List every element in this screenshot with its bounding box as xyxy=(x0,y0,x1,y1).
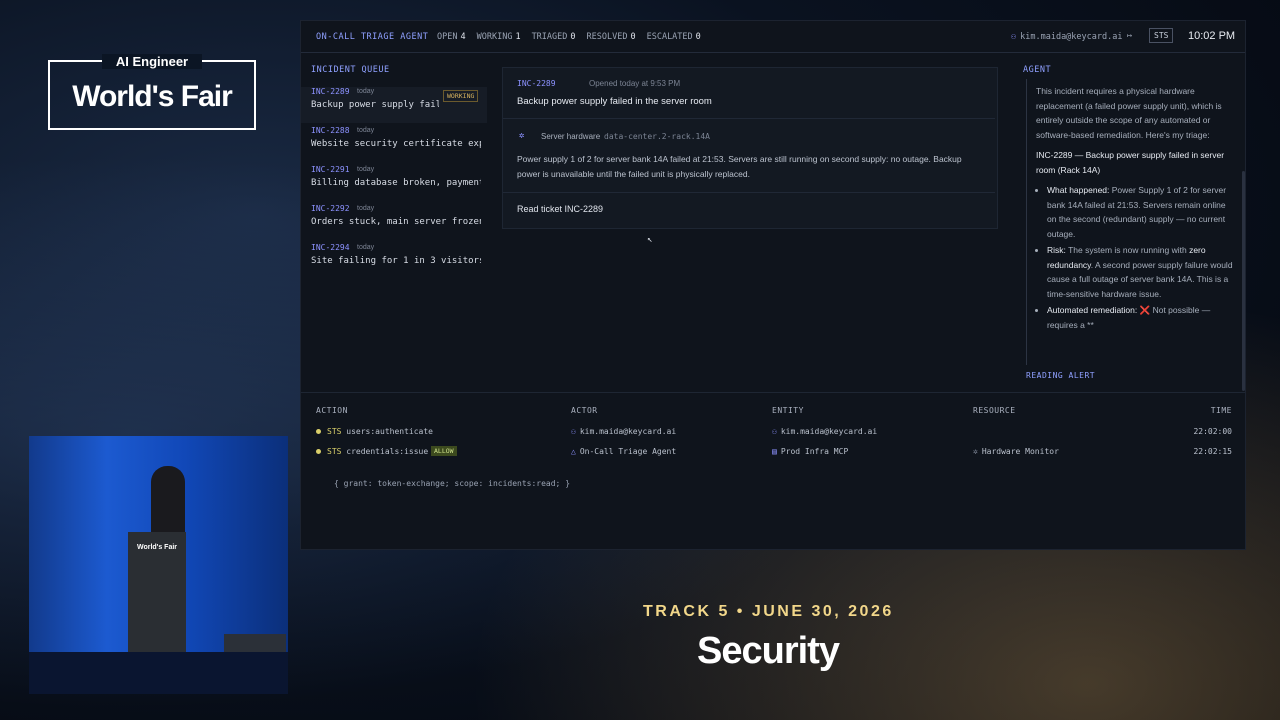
agent-title: AGENT xyxy=(1023,65,1052,75)
agent-bullets: What happened: Power Supply 1 of 2 for s… xyxy=(1036,183,1236,332)
hardware-label: Server hardware xyxy=(541,132,601,141)
gear-icon: ✲ xyxy=(973,447,978,456)
log-row[interactable]: STS users:authenticate ⚇ kim.maida@keycar… xyxy=(301,425,1245,443)
logo-main-text: World's Fair xyxy=(72,80,233,113)
top-bar: ON-CALL TRIAGE AGENT OPEN 4 WORKING 1 TRIA… xyxy=(301,21,1245,53)
allow-badge: ALLOW xyxy=(431,446,457,456)
mouse-cursor-icon: ↖ xyxy=(647,235,653,245)
agent-scrollbar[interactable] xyxy=(1242,171,1245,391)
user-icon: ⚇ xyxy=(772,427,777,436)
audit-log: ACTION ACTOR ENTITY RESOURCE TIME STS us… xyxy=(301,392,1245,543)
server-icon: ▤ xyxy=(772,447,777,456)
speaker xyxy=(151,466,185,536)
incident-id: INC-2294 xyxy=(311,243,350,252)
count-open[interactable]: OPEN 4 xyxy=(437,32,466,42)
detail-opened: Opened today at 9:53 PM xyxy=(589,79,681,88)
sts-button[interactable]: STS xyxy=(1149,28,1174,43)
user-icon: ⚇ xyxy=(1011,32,1017,42)
working-badge: WORKING xyxy=(443,90,479,102)
status-counts: OPEN 4 WORKING 1 TRIAGED 0 RESOLVED 0 ESCALA… xyxy=(437,32,701,42)
triage-app-window: ON-CALL TRIAGE AGENT OPEN 4 WORKING 1 TRIA… xyxy=(300,20,1246,550)
speaker-video: World's Fair xyxy=(29,436,288,694)
count-resolved[interactable]: RESOLVED 0 xyxy=(587,32,636,42)
incident-id: INC-2291 xyxy=(311,165,350,174)
incident-id: INC-2288 xyxy=(311,126,350,135)
agent-quote-bar xyxy=(1026,79,1027,365)
log-header-action: ACTION xyxy=(316,406,348,415)
track-label: TRACK 5 • JUNE 30, 2026 xyxy=(643,603,894,620)
incident-when: today xyxy=(357,205,375,212)
agent-bullet: What happened: Power Supply 1 of 2 for s… xyxy=(1047,183,1236,241)
log-resource: ✲ Hardware Monitor xyxy=(973,447,1059,456)
incident-when: today xyxy=(357,244,375,251)
divider xyxy=(503,118,995,119)
agent-status: READING ALERT xyxy=(1026,371,1096,380)
queue-item[interactable]: INC-2291 today Billing database broken, … xyxy=(301,165,487,201)
log-action: STS users:authenticate xyxy=(327,427,433,436)
queue-item[interactable]: INC-2288 today Website security certific… xyxy=(301,126,487,162)
log-actor: ⚇ kim.maida@keycard.ai xyxy=(571,427,677,436)
logo-top-text: AI Engineer xyxy=(102,54,202,69)
user-icon: ⚇ xyxy=(571,427,576,436)
clock: 10:02 PM xyxy=(1188,30,1236,42)
incident-when: today xyxy=(357,88,375,95)
log-actor: △ On-Call Triage Agent xyxy=(571,447,677,456)
incident-id: INC-2292 xyxy=(311,204,350,213)
queue-item[interactable]: INC-2289 today Backup power supply faile… xyxy=(301,87,487,123)
incident-desc: Orders stuck, main server frozen xyxy=(311,217,481,227)
incident-detail: INC-2289 Opened today at 9:53 PM Backup … xyxy=(502,67,998,229)
agent-intro: This incident requires a physical hardwa… xyxy=(1036,86,1222,140)
podium-label: World's Fair xyxy=(136,544,178,551)
app-title: ON-CALL TRIAGE AGENT xyxy=(316,32,429,42)
agent-icon: △ xyxy=(571,447,576,456)
hardware-path: data-center.2-rack.14A xyxy=(604,132,710,141)
queue-item[interactable]: INC-2292 today Orders stuck, main server… xyxy=(301,204,487,240)
incident-id: INC-2289 xyxy=(311,87,350,96)
log-header-resource: RESOURCE xyxy=(973,406,1016,415)
read-ticket-step[interactable]: Read ticket INC-2289 xyxy=(517,204,603,214)
incident-when: today xyxy=(357,166,375,173)
detail-title: Backup power supply failed in the server… xyxy=(517,96,712,107)
status-dot xyxy=(316,429,321,434)
count-triaged[interactable]: TRIAGED 0 xyxy=(532,32,576,42)
track-topic: Security xyxy=(697,630,840,672)
cross-icon: ❌ xyxy=(1139,305,1151,315)
log-detail: { grant: token-exchange; scope: incident… xyxy=(334,479,571,488)
divider xyxy=(503,192,995,193)
incident-desc: Billing database broken, payments faili.… xyxy=(311,178,481,188)
log-row[interactable]: STS credentials:issue ALLOW △ On-Call Tri… xyxy=(301,445,1245,463)
queue-item[interactable]: INC-2294 today Site failing for 1 in 3 v… xyxy=(301,243,487,279)
incident-desc: Backup power supply failed ... xyxy=(311,100,439,110)
status-dot xyxy=(316,449,321,454)
incident-desc: Site failing for 1 in 3 visitors xyxy=(311,256,481,266)
hardware-icon: ✲ xyxy=(519,131,525,141)
queue-title: INCIDENT QUEUE xyxy=(311,65,390,75)
incident-when: today xyxy=(357,127,375,134)
log-header-actor: ACTOR xyxy=(571,406,598,415)
log-action: STS credentials:issue xyxy=(327,447,429,456)
stage-floor xyxy=(29,652,288,694)
agent-bullet: Automated remediation: ❌ Not possible — … xyxy=(1047,303,1236,332)
log-entity: ▤ Prod Infra MCP xyxy=(772,447,849,456)
agent-heading: INC-2289 — Backup power supply failed in… xyxy=(1036,150,1225,175)
log-entity: ⚇ kim.maida@keycard.ai xyxy=(772,427,878,436)
current-user[interactable]: ⚇ kim.maida@keycard.ai xyxy=(1011,32,1122,42)
log-header-time: TIME xyxy=(1210,406,1232,415)
log-header-entity: ENTITY xyxy=(772,406,804,415)
logout-icon[interactable]: ↦ xyxy=(1127,31,1132,41)
count-working[interactable]: WORKING 1 xyxy=(477,32,521,42)
incident-desc: Website security certificate expiring so… xyxy=(311,139,481,149)
count-escalated[interactable]: ESCALATED 0 xyxy=(647,32,701,42)
agent-bullet: Risk: The system is now running with zer… xyxy=(1047,243,1236,301)
detail-body: Power supply 1 of 2 for server bank 14A … xyxy=(517,154,962,179)
detail-incident-id: INC-2289 xyxy=(517,79,556,88)
agent-response: This incident requires a physical hardwa… xyxy=(1036,84,1236,334)
agent-panel: AGENT This incident requires a physical … xyxy=(1023,65,1243,383)
log-time: 22:02:15 xyxy=(1193,447,1232,456)
event-logo: AI Engineer World's Fair xyxy=(48,54,256,130)
log-time: 22:02:00 xyxy=(1193,427,1232,436)
